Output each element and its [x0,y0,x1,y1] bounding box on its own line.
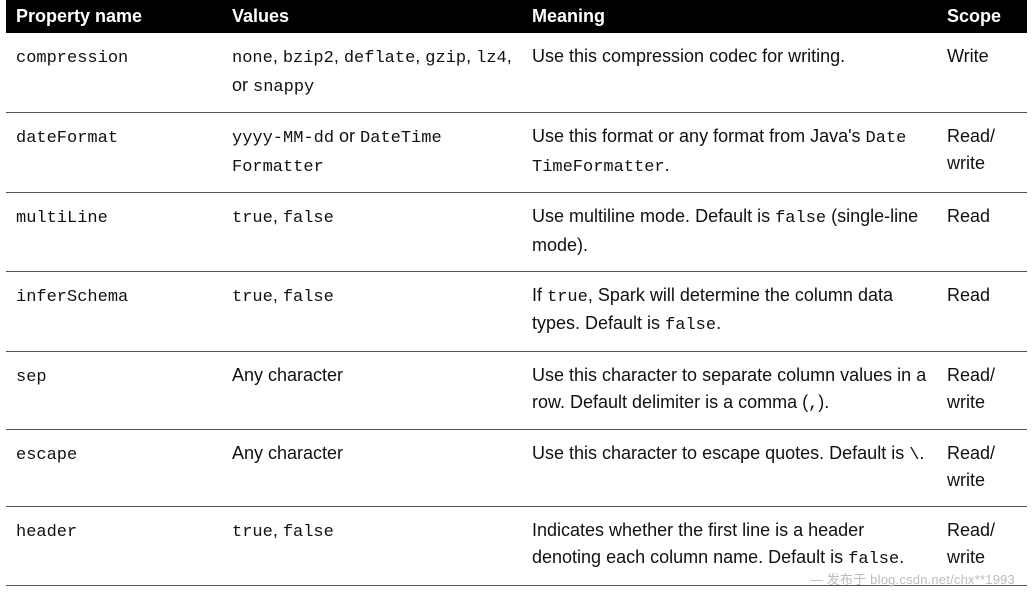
cell-scope: Read [937,271,1027,351]
cell-values: true, false [222,193,522,272]
cell-values: true, false [222,507,522,586]
cell-scope: Read [937,193,1027,272]
cell-scope: Read/ write [937,430,1027,507]
cell-property: dateFormat [16,129,118,148]
cell-property: escape [16,446,77,465]
col-values: Values [222,0,522,33]
cell-meaning: Use multiline mode. Default is false (si… [522,193,937,272]
col-property-name: Property name [6,0,222,33]
col-meaning: Meaning [522,0,937,33]
cell-values: true, false [222,271,522,351]
cell-values: yyyy-MM-dd or DateTime Formatter [222,113,522,193]
cell-values: Any character [222,430,522,507]
col-scope: Scope [937,0,1027,33]
cell-meaning: Use this compression codec for writing. [522,33,937,113]
cell-meaning: Indicates whether the first line is a he… [522,507,937,586]
table-row: multiLine true, false Use multiline mode… [6,193,1027,272]
cell-property: compression [16,49,128,68]
table-header-row: Property name Values Meaning Scope [6,0,1027,33]
cell-scope: Read/ write [937,113,1027,193]
cell-meaning: If true, Spark will determine the column… [522,271,937,351]
cell-property: multiLine [16,209,108,228]
table-row: compression none, bzip2, deflate, gzip, … [6,33,1027,113]
cell-scope: Write [937,33,1027,113]
properties-table: Property name Values Meaning Scope compr… [6,0,1027,586]
cell-property: inferSchema [16,288,128,307]
cell-meaning: Use this character to escape quotes. Def… [522,430,937,507]
table-row: sep Any character Use this character to … [6,351,1027,430]
table-row: escape Any character Use this character … [6,430,1027,507]
cell-meaning: Use this character to separate column va… [522,351,937,430]
cell-values: none, bzip2, deflate, gzip, lz4, or snap… [222,33,522,113]
cell-meaning: Use this format or any format from Java'… [522,113,937,193]
table-row: dateFormat yyyy-MM-dd or DateTime Format… [6,113,1027,193]
table-row: inferSchema true, false If true, Spark w… [6,271,1027,351]
cell-scope: Read/ write [937,351,1027,430]
table-row: header true, false Indicates whether the… [6,507,1027,586]
cell-values: Any character [222,351,522,430]
cell-property: sep [16,368,47,387]
cell-scope: Read/ write [937,507,1027,586]
